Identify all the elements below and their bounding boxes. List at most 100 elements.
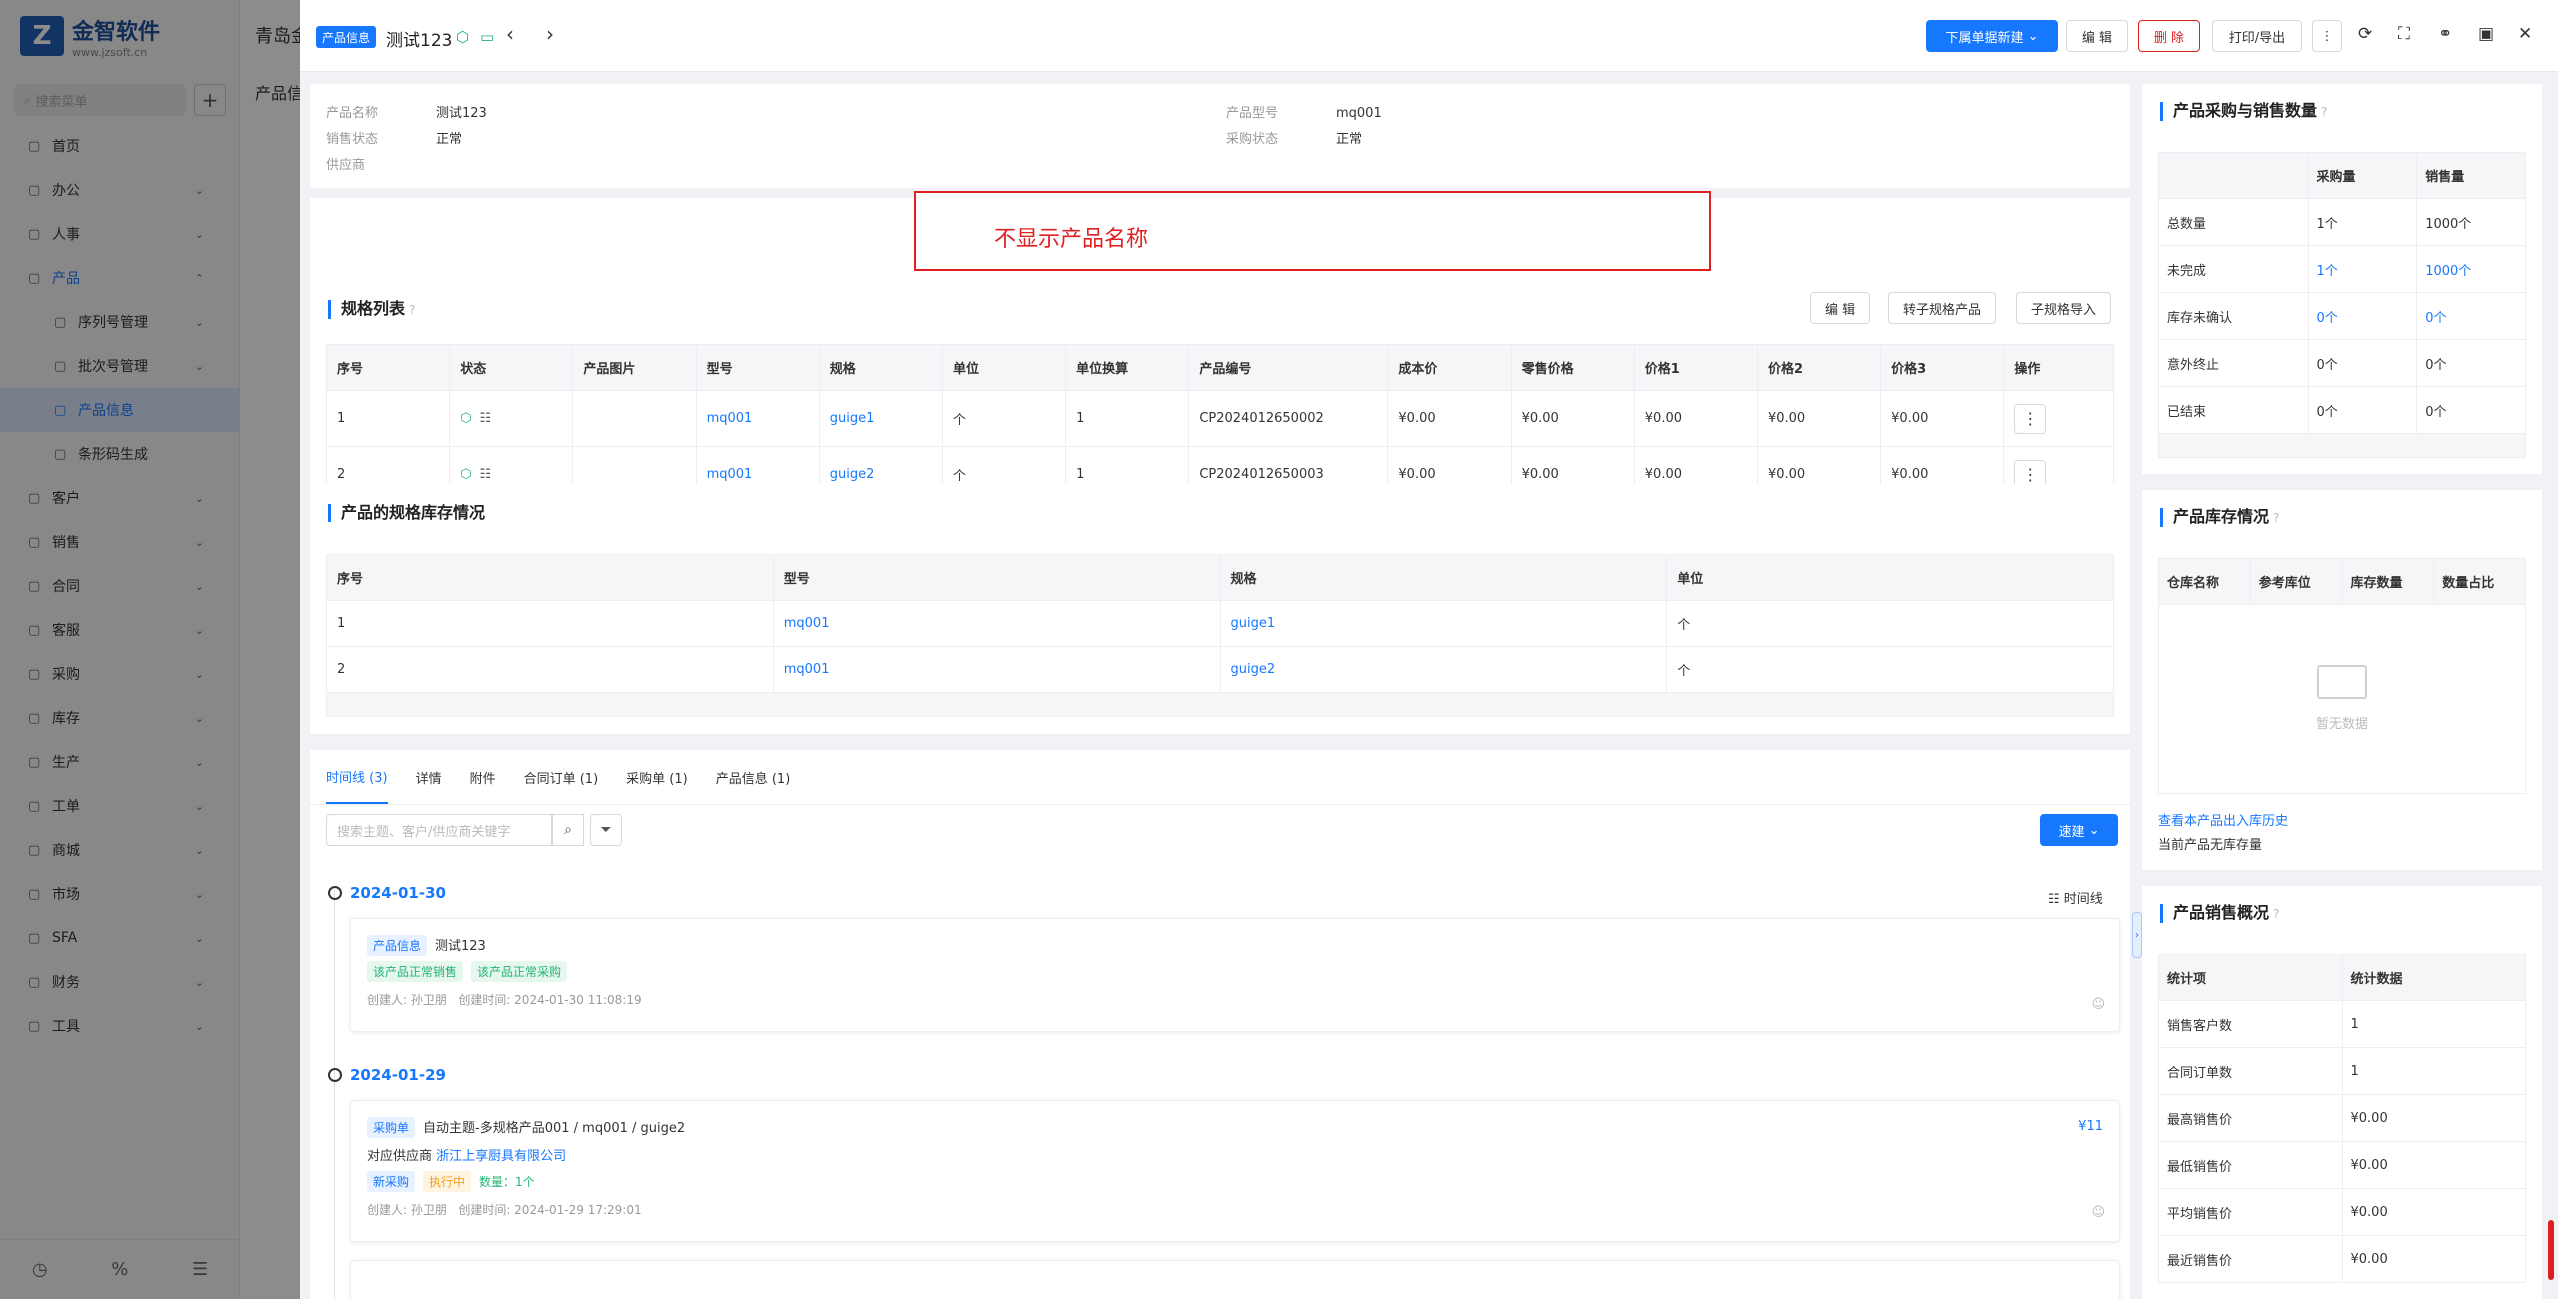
timeline-view-label: 时间线 bbox=[2063, 892, 2103, 907]
more-icon[interactable]: ⋮ bbox=[2312, 20, 2342, 52]
table-cell: 0个 bbox=[2307, 292, 2418, 340]
stock-table: 仓库名称 参考库位 库存数量 数量占比 bbox=[2158, 558, 2526, 605]
next-record-icon[interactable]: › bbox=[546, 22, 554, 46]
purchase-sales-card: 产品采购与销售数量? 采购量 销售量 总数量 1个 1000个 未完成 1个 1000个 库存… bbox=[2142, 84, 2542, 474]
table-cell: ¥0.00 bbox=[1510, 390, 1635, 447]
comment-icon[interactable]: ☺ bbox=[2091, 997, 2105, 1012]
spec-list-icon[interactable]: ☷ bbox=[480, 467, 492, 482]
help-icon: ? bbox=[2321, 105, 2328, 119]
fullscreen-icon[interactable]: ⛶ bbox=[2398, 24, 2410, 44]
spec-edit-button[interactable]: 编 辑 bbox=[1810, 292, 1871, 324]
refresh-icon[interactable]: ⟳ bbox=[2358, 24, 2372, 44]
scrollbar-thumb[interactable] bbox=[2548, 1220, 2554, 1280]
in-progress-tag: 执行中 bbox=[423, 1171, 472, 1192]
cell-model[interactable]: mq001 bbox=[784, 662, 830, 677]
timeline-date-2: 2024-01-29 bbox=[350, 1066, 446, 1084]
timeline-view-toggle[interactable]: ☷ 时间线 bbox=[2048, 888, 2103, 907]
cell-retail: ¥0.00 bbox=[1521, 411, 1559, 426]
table-cell: 个 bbox=[941, 390, 1067, 447]
cell-sell[interactable]: 1000个 bbox=[2425, 264, 2471, 279]
tabs-divider bbox=[310, 804, 2130, 805]
collapse-panel-handle[interactable]: › bbox=[2132, 912, 2142, 958]
sales-overview-title: 产品销售概况? bbox=[2160, 904, 2279, 923]
cell-spec[interactable]: guige2 bbox=[830, 467, 875, 482]
screen-icon[interactable]: ▣ bbox=[2478, 24, 2494, 44]
cell-sell: 0个 bbox=[2425, 357, 2447, 373]
table-cell: ¥0.00 bbox=[2341, 1235, 2526, 1283]
purchase-status-label: 采购状态 bbox=[1226, 132, 1279, 147]
empty-text: 暂无数据 bbox=[2315, 717, 2368, 732]
convert-sub-spec-button[interactable]: 转子规格产品 bbox=[1888, 292, 1997, 324]
row-actions-icon[interactable]: ⋮ bbox=[2014, 403, 2047, 434]
table-cell: 0个 bbox=[2416, 292, 2526, 340]
tab-4[interactable]: 采购单 (1) bbox=[626, 750, 688, 804]
cell-sell[interactable]: 0个 bbox=[2425, 311, 2446, 326]
spec-list-title: 规格列表? bbox=[328, 300, 415, 319]
link-icon[interactable]: ⚭ bbox=[2438, 24, 2452, 44]
cell-label: 总数量 bbox=[2167, 216, 2207, 232]
table-cell: ¥0.00 bbox=[1387, 390, 1512, 447]
tab-3[interactable]: 合同订单 (1) bbox=[524, 750, 599, 804]
cell-model[interactable]: mq001 bbox=[707, 467, 753, 482]
cell-model[interactable]: mq001 bbox=[784, 616, 830, 631]
filter-icon[interactable]: ⏷ bbox=[590, 814, 622, 846]
entry-type-badge: 产品信息 bbox=[367, 935, 428, 956]
table-row: 1 ⬡ ☷ mq001 guige1 个 1 CP2024012650002 ¥0.00 ¥0.0… bbox=[325, 390, 2114, 447]
cell-p3: ¥0.00 bbox=[1891, 467, 1929, 482]
tab-0[interactable]: 时间线 (3) bbox=[326, 750, 388, 804]
cell-spec[interactable]: guige1 bbox=[1231, 616, 1276, 631]
sales-status-value: 正常 bbox=[436, 132, 463, 147]
entry-created-time: 创建时间: 2024-01-30 11:08:19 bbox=[458, 993, 642, 1007]
supplier-field: 供应商 bbox=[326, 154, 436, 173]
product-name-label: 产品名称 bbox=[326, 106, 379, 121]
new-sub-document-label: 下属单据新建 bbox=[1945, 30, 2024, 46]
tab-2[interactable]: 附件 bbox=[470, 750, 496, 804]
delete-button[interactable]: 删 除 bbox=[2138, 20, 2200, 52]
timeline-entry-product[interactable]: 产品信息 测试123 该产品正常销售 该产品正常采购 创建人: 孙卫朋 创建时间: … bbox=[350, 918, 2120, 1032]
new-sub-document-button[interactable]: 下属单据新建 ⌄ bbox=[1926, 20, 2058, 52]
column-header: 价格1 bbox=[1633, 344, 1758, 391]
cell-model[interactable]: mq001 bbox=[707, 411, 753, 426]
table-cell: 1 bbox=[326, 600, 774, 647]
spec-stock-title: 产品的规格库存情况 bbox=[328, 504, 485, 522]
comment-icon[interactable]: ☺ bbox=[2091, 1205, 2105, 1220]
timeline-entry-purchase[interactable]: 采购单 自动主题-多规格产品001 / mq001 / guige2 ¥11 对应… bbox=[350, 1100, 2120, 1242]
column-header: 规格 bbox=[1219, 554, 1668, 601]
timeline-entry-partial[interactable] bbox=[350, 1260, 2120, 1299]
supplier-label: 对应供应商 bbox=[367, 1149, 433, 1164]
column-header: 产品图片 bbox=[572, 344, 697, 391]
spec-list-icon[interactable]: ☷ bbox=[480, 411, 492, 426]
print-export-button[interactable]: 打印/导出 bbox=[2212, 20, 2302, 52]
timeline-search-input[interactable]: 搜索主题、客户/供应商关键字 bbox=[326, 814, 552, 846]
previous-record-icon[interactable]: ‹ bbox=[506, 22, 514, 46]
clock-icon bbox=[328, 1068, 342, 1082]
spec-stock-table: 序号 型号 规格 单位 1 mq001 guige1 个 2 mq001 guige2 个 bbox=[326, 554, 2114, 717]
purchase-sales-title: 产品采购与销售数量? bbox=[2160, 102, 2327, 121]
tab-5[interactable]: 产品信息 (1) bbox=[716, 750, 791, 804]
table-cell: ¥0.00 bbox=[2341, 1141, 2526, 1189]
table-row: 未完成 1个 1000个 bbox=[2158, 245, 2526, 293]
table-cell: 0个 bbox=[2307, 339, 2418, 387]
chevron-down-icon: ⌄ bbox=[2027, 28, 2039, 44]
search-icon[interactable]: ⌕ bbox=[552, 814, 584, 846]
cell-buy[interactable]: 1个 bbox=[2317, 264, 2338, 279]
help-icon: ? bbox=[2273, 511, 2280, 525]
table-cell: ⬡ ☷ bbox=[449, 390, 574, 447]
supplier-link[interactable]: 浙江上享厨具有限公司 bbox=[436, 1149, 566, 1164]
cell-buy[interactable]: 0个 bbox=[2317, 311, 2338, 326]
cell-unit: 个 bbox=[1677, 618, 1691, 633]
product-name-value: 测试123 bbox=[436, 106, 487, 121]
sales-status-field: 销售状态 正常 bbox=[326, 128, 462, 147]
close-icon[interactable]: ✕ bbox=[2518, 24, 2532, 44]
cell-spec[interactable]: guige1 bbox=[830, 411, 875, 426]
stock-history-link[interactable]: 查看本产品出入库历史 bbox=[2158, 810, 2288, 829]
quick-create-button[interactable]: 速建 ⌄ bbox=[2040, 814, 2118, 846]
edit-button[interactable]: 编 辑 bbox=[2066, 20, 2128, 52]
import-sub-spec-button[interactable]: 子规格导入 bbox=[2016, 292, 2112, 324]
quick-create-label: 速建 bbox=[2058, 824, 2085, 840]
cell-spec[interactable]: guige2 bbox=[1231, 662, 1276, 677]
table-cell: 平均销售价 bbox=[2158, 1188, 2343, 1236]
column-header: 产品编号 bbox=[1188, 344, 1389, 391]
tab-1[interactable]: 详情 bbox=[416, 750, 442, 804]
quantity-text: 数量：1个 bbox=[479, 1175, 535, 1189]
